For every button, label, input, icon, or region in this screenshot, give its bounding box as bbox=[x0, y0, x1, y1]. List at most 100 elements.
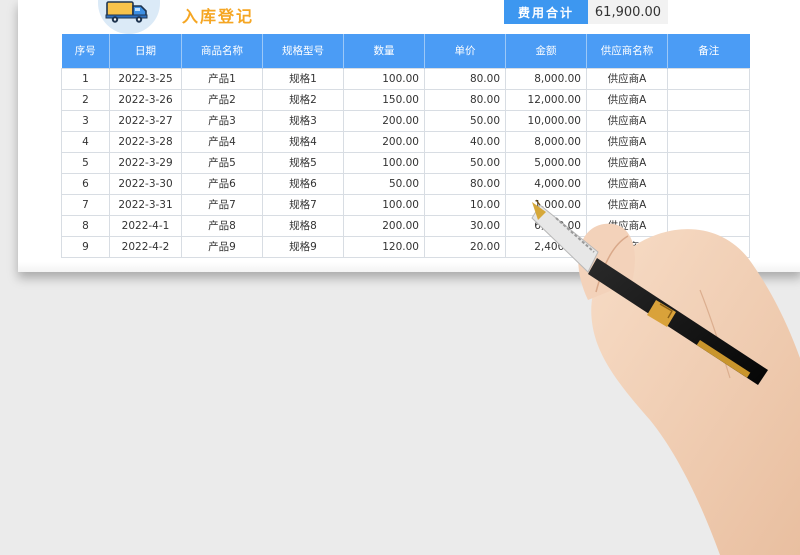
table-cell[interactable]: 2022-3-28 bbox=[109, 130, 182, 153]
column-header[interactable]: 日期 bbox=[109, 34, 182, 68]
table-cell[interactable]: 8 bbox=[61, 214, 110, 237]
table-cell[interactable]: 1,000.00 bbox=[505, 193, 587, 216]
table-cell[interactable]: 4,000.00 bbox=[505, 172, 587, 195]
table-cell[interactable]: 7 bbox=[61, 193, 110, 216]
table-body: 1 2022-3-25 产品1 规格1 100.00 80.00 8,000.00 供应商A 2… bbox=[61, 67, 750, 258]
column-header[interactable]: 金额 bbox=[505, 34, 587, 68]
table-cell[interactable]: 产品1 bbox=[181, 67, 263, 90]
table-cell[interactable]: 产品4 bbox=[181, 130, 263, 153]
table-cell[interactable]: 产品7 bbox=[181, 193, 263, 216]
table-cell[interactable]: 50.00 bbox=[424, 109, 506, 132]
column-header[interactable]: 规格型号 bbox=[262, 34, 344, 68]
table-cell[interactable]: 80.00 bbox=[424, 172, 506, 195]
table-cell[interactable]: 12,000.00 bbox=[505, 88, 587, 111]
table-cell[interactable]: 2022-3-29 bbox=[109, 151, 182, 174]
table-cell[interactable]: 2022-4-1 bbox=[109, 214, 182, 237]
column-header[interactable]: 备注 bbox=[667, 34, 750, 68]
table-cell[interactable]: 2022-3-25 bbox=[109, 67, 182, 90]
table-cell[interactable]: 供应商A bbox=[586, 67, 668, 90]
table-cell[interactable]: 2022-3-26 bbox=[109, 88, 182, 111]
table-cell[interactable]: 200.00 bbox=[343, 130, 425, 153]
table-cell[interactable]: 6 bbox=[61, 172, 110, 195]
table-cell[interactable] bbox=[667, 214, 750, 237]
table-cell[interactable]: 100.00 bbox=[343, 193, 425, 216]
table-cell[interactable]: 80.00 bbox=[424, 88, 506, 111]
total-cost-label: 费用合计 bbox=[504, 0, 588, 24]
table-cell[interactable]: 3 bbox=[61, 109, 110, 132]
table-row: 2 2022-3-26 产品2 规格2 150.00 80.00 12,000.00 供应商A bbox=[61, 88, 750, 111]
table-cell[interactable]: 2,400.00 bbox=[505, 235, 587, 258]
table-cell[interactable]: 供应商A bbox=[586, 193, 668, 216]
table-cell[interactable]: 40.00 bbox=[424, 130, 506, 153]
table-cell[interactable] bbox=[667, 130, 750, 153]
table-cell[interactable]: 150.00 bbox=[343, 88, 425, 111]
table-cell[interactable]: 50.00 bbox=[424, 151, 506, 174]
table-cell[interactable]: 供应商A bbox=[586, 109, 668, 132]
table-cell[interactable]: 100.00 bbox=[343, 151, 425, 174]
table-cell[interactable]: 200.00 bbox=[343, 214, 425, 237]
table-cell[interactable]: 产品9 bbox=[181, 235, 263, 258]
table-cell[interactable]: 产品6 bbox=[181, 172, 263, 195]
table-cell[interactable] bbox=[667, 67, 750, 90]
table-cell[interactable]: 规格6 bbox=[262, 172, 344, 195]
table-cell[interactable]: 规格1 bbox=[262, 67, 344, 90]
table-cell[interactable]: 8,000.00 bbox=[505, 67, 587, 90]
table-cell[interactable]: 规格4 bbox=[262, 130, 344, 153]
column-header[interactable]: 数量 bbox=[343, 34, 425, 68]
table-cell[interactable]: 120.00 bbox=[343, 235, 425, 258]
inbound-register-table: 序号 日期 商品名称 规格型号 数量 单价 金额 供应商名称 备注 1 2022-3-25 产品1 规… bbox=[61, 34, 750, 258]
table-cell[interactable]: 供应商A bbox=[586, 172, 668, 195]
table-cell[interactable]: 2 bbox=[61, 88, 110, 111]
table-cell[interactable]: 供应商A bbox=[586, 235, 668, 258]
table-cell[interactable]: 2022-3-31 bbox=[109, 193, 182, 216]
table-cell[interactable]: 产品2 bbox=[181, 88, 263, 111]
table-cell[interactable]: 产品5 bbox=[181, 151, 263, 174]
table-cell[interactable] bbox=[667, 172, 750, 195]
table-cell[interactable] bbox=[667, 151, 750, 174]
table-cell[interactable]: 供应商A bbox=[586, 214, 668, 237]
table-cell[interactable]: 规格5 bbox=[262, 151, 344, 174]
table-cell[interactable]: 100.00 bbox=[343, 67, 425, 90]
table-cell[interactable]: 产品3 bbox=[181, 109, 263, 132]
table-cell[interactable]: 供应商A bbox=[586, 151, 668, 174]
table-cell[interactable]: 规格3 bbox=[262, 109, 344, 132]
table-cell[interactable]: 50.00 bbox=[343, 172, 425, 195]
table-cell[interactable] bbox=[667, 109, 750, 132]
column-header[interactable]: 商品名称 bbox=[181, 34, 263, 68]
table-cell[interactable]: 200.00 bbox=[343, 109, 425, 132]
table-cell[interactable]: 2022-4-2 bbox=[109, 235, 182, 258]
total-cost-value[interactable]: 61,900.00 bbox=[588, 0, 668, 24]
table-cell[interactable]: 10,000.00 bbox=[505, 109, 587, 132]
table-cell[interactable] bbox=[667, 235, 750, 258]
table-cell[interactable]: 6,000.00 bbox=[505, 214, 587, 237]
column-header[interactable]: 单价 bbox=[424, 34, 506, 68]
column-header[interactable]: 序号 bbox=[61, 34, 110, 68]
table-row: 3 2022-3-27 产品3 规格3 200.00 50.00 10,000.00 供应商A bbox=[61, 109, 750, 132]
table-cell[interactable]: 供应商A bbox=[586, 88, 668, 111]
table-cell[interactable]: 1 bbox=[61, 67, 110, 90]
table-cell[interactable]: 8,000.00 bbox=[505, 130, 587, 153]
table-cell[interactable]: 10.00 bbox=[424, 193, 506, 216]
table-header-row: 序号 日期 商品名称 规格型号 数量 单价 金额 供应商名称 备注 bbox=[61, 34, 750, 68]
table-cell[interactable] bbox=[667, 88, 750, 111]
table-cell[interactable]: 4 bbox=[61, 130, 110, 153]
table-cell[interactable]: 30.00 bbox=[424, 214, 506, 237]
table-row: 8 2022-4-1 产品8 规格8 200.00 30.00 6,000.00 供应商A bbox=[61, 214, 750, 237]
table-cell[interactable]: 规格8 bbox=[262, 214, 344, 237]
table-cell[interactable]: 产品8 bbox=[181, 214, 263, 237]
table-cell[interactable]: 5 bbox=[61, 151, 110, 174]
table-cell[interactable]: 供应商A bbox=[586, 130, 668, 153]
table-cell[interactable]: 20.00 bbox=[424, 235, 506, 258]
table-cell[interactable]: 5,000.00 bbox=[505, 151, 587, 174]
table-cell[interactable]: 80.00 bbox=[424, 67, 506, 90]
column-header[interactable]: 供应商名称 bbox=[586, 34, 668, 68]
table-cell[interactable]: 9 bbox=[61, 235, 110, 258]
table-cell[interactable]: 2022-3-27 bbox=[109, 109, 182, 132]
table-row: 4 2022-3-28 产品4 规格4 200.00 40.00 8,000.00 供应商A bbox=[61, 130, 750, 153]
table-cell[interactable]: 2022-3-30 bbox=[109, 172, 182, 195]
table-cell[interactable]: 规格2 bbox=[262, 88, 344, 111]
table-cell[interactable]: 规格9 bbox=[262, 235, 344, 258]
table-row: 7 2022-3-31 产品7 规格7 100.00 10.00 1,000.00 供应商A bbox=[61, 193, 750, 216]
table-cell[interactable] bbox=[667, 193, 750, 216]
table-cell[interactable]: 规格7 bbox=[262, 193, 344, 216]
